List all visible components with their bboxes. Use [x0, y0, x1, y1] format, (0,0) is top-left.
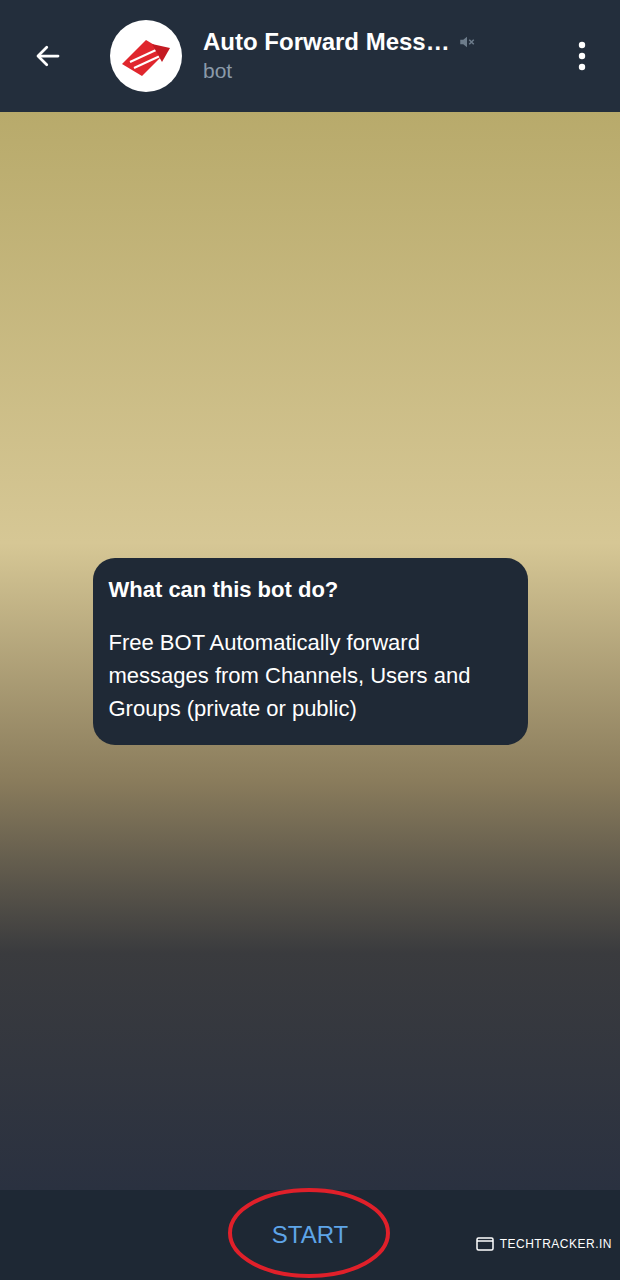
chat-background: What can this bot do? Free BOT Automatica… — [0, 112, 620, 1190]
chat-subtitle: bot — [203, 57, 570, 85]
header-titles[interactable]: Auto Forward Mess…bot — [203, 27, 570, 85]
start-button[interactable]: START — [252, 1207, 368, 1263]
bot-avatar[interactable] — [110, 20, 182, 92]
menu-button[interactable] — [570, 36, 594, 76]
watermark: TECHTRACKER.IN — [476, 1236, 612, 1252]
kebab-menu-icon — [578, 41, 586, 71]
highlight-ellipse-icon — [226, 1186, 392, 1280]
muted-icon — [458, 33, 476, 51]
watermark-text: TECHTRACKER.IN — [500, 1236, 612, 1252]
telegram-bot-chat: Auto Forward Mess…bot What can this bot d… — [0, 0, 620, 1280]
chat-title: Auto Forward Mess… — [203, 27, 450, 57]
back-arrow-icon — [33, 41, 63, 71]
back-button[interactable] — [30, 38, 66, 74]
info-card-body: Free BOT Automatically forward messages … — [109, 626, 512, 725]
watermark-logo-icon — [476, 1237, 494, 1251]
chat-header: Auto Forward Mess…bot — [0, 0, 620, 112]
forward-logo-icon — [116, 26, 176, 86]
bot-info-card: What can this bot do? Free BOT Automatica… — [93, 558, 528, 745]
bottom-bar: START — [0, 1190, 620, 1280]
info-card-title: What can this bot do? — [109, 576, 512, 604]
